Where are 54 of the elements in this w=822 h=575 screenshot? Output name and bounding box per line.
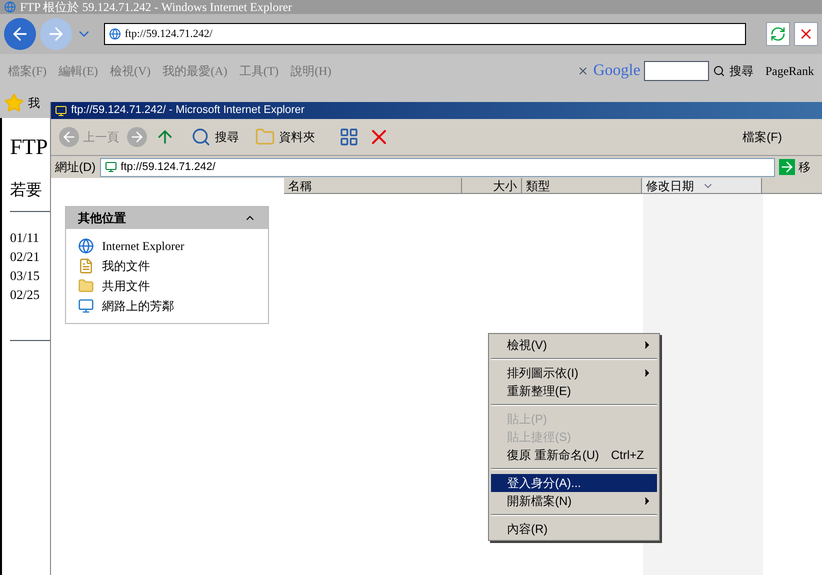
- google-search-button[interactable]: 搜尋: [713, 62, 754, 80]
- google-logo: Google: [593, 61, 640, 81]
- views-icon: [339, 127, 359, 147]
- address-text: ftp://59.124.71.242/: [124, 26, 212, 42]
- window-title: ftp://59.124.71.242/ - Microsoft Internet Explorer: [71, 105, 305, 116]
- favorites-star-icon[interactable]: [4, 93, 24, 113]
- favorites-label[interactable]: 我: [28, 94, 40, 112]
- menu-item[interactable]: 排列圖示依(I): [491, 364, 657, 382]
- date-text: 01/11: [10, 229, 40, 247]
- google-search-field[interactable]: [644, 61, 710, 81]
- panel-header[interactable]: 其他位置: [66, 207, 268, 229]
- browser-icon: [108, 28, 121, 40]
- search-icon: [191, 127, 211, 147]
- forward-button[interactable]: [127, 127, 147, 147]
- column-header[interactable]: 名稱: [284, 178, 462, 193]
- folder-icon: [255, 127, 275, 147]
- menu-item[interactable]: 重新整理(E): [491, 382, 657, 400]
- search-icon: [713, 65, 726, 77]
- address-label: 網址(D): [55, 159, 96, 176]
- date-text: 02/21: [10, 248, 40, 266]
- column-header[interactable]: 大小: [462, 178, 522, 193]
- close-icon[interactable]: [577, 65, 590, 77]
- place-link[interactable]: Internet Explorer: [102, 237, 184, 255]
- back-button[interactable]: [4, 18, 36, 50]
- folder-icon: [78, 278, 94, 294]
- place-link[interactable]: 共用文件: [102, 277, 150, 295]
- place-link[interactable]: 我的文件: [102, 257, 150, 275]
- browser-icon: [78, 238, 94, 254]
- stop-button[interactable]: [794, 22, 818, 46]
- date-text: 02/25: [10, 286, 40, 304]
- views-button[interactable]: [339, 127, 359, 147]
- window-title: FTP 根位於 59.124.71.242 - Windows Internet Explorer: [20, 1, 292, 13]
- menu-item[interactable]: 開新檔案(N): [491, 492, 657, 510]
- refresh-button[interactable]: [766, 22, 790, 46]
- file-menu-button[interactable]: 檔案(F): [742, 128, 782, 146]
- menu-item[interactable]: 檢視(V): [491, 336, 657, 354]
- place-link[interactable]: 網路上的芳鄰: [102, 297, 174, 315]
- column-header[interactable]: 修改日期: [642, 178, 762, 193]
- pagerank-button[interactable]: PageRank: [765, 62, 814, 80]
- menu-item[interactable]: 復原 重新命名(U) Ctrl+Z: [491, 446, 657, 464]
- page-heading: FTP: [10, 133, 48, 161]
- address-field[interactable]: ftp://59.124.71.242/: [104, 23, 746, 45]
- date-text: 03/15: [10, 267, 40, 285]
- folders-button[interactable]: 資料夾: [255, 127, 315, 147]
- menu-item[interactable]: 內容(R): [491, 520, 657, 538]
- refresh-icon: [770, 26, 786, 42]
- address-text: ftp://59.124.71.242/: [120, 160, 216, 175]
- go-button[interactable]: 移: [778, 158, 811, 176]
- menu-item[interactable]: 登入身分(A)...: [491, 474, 657, 492]
- browser-icon: [4, 1, 16, 13]
- search-button[interactable]: 搜尋: [191, 127, 239, 147]
- network-icon: [78, 298, 94, 314]
- address-field[interactable]: ftp://59.124.71.242/: [100, 158, 775, 176]
- documents-icon: [78, 258, 94, 274]
